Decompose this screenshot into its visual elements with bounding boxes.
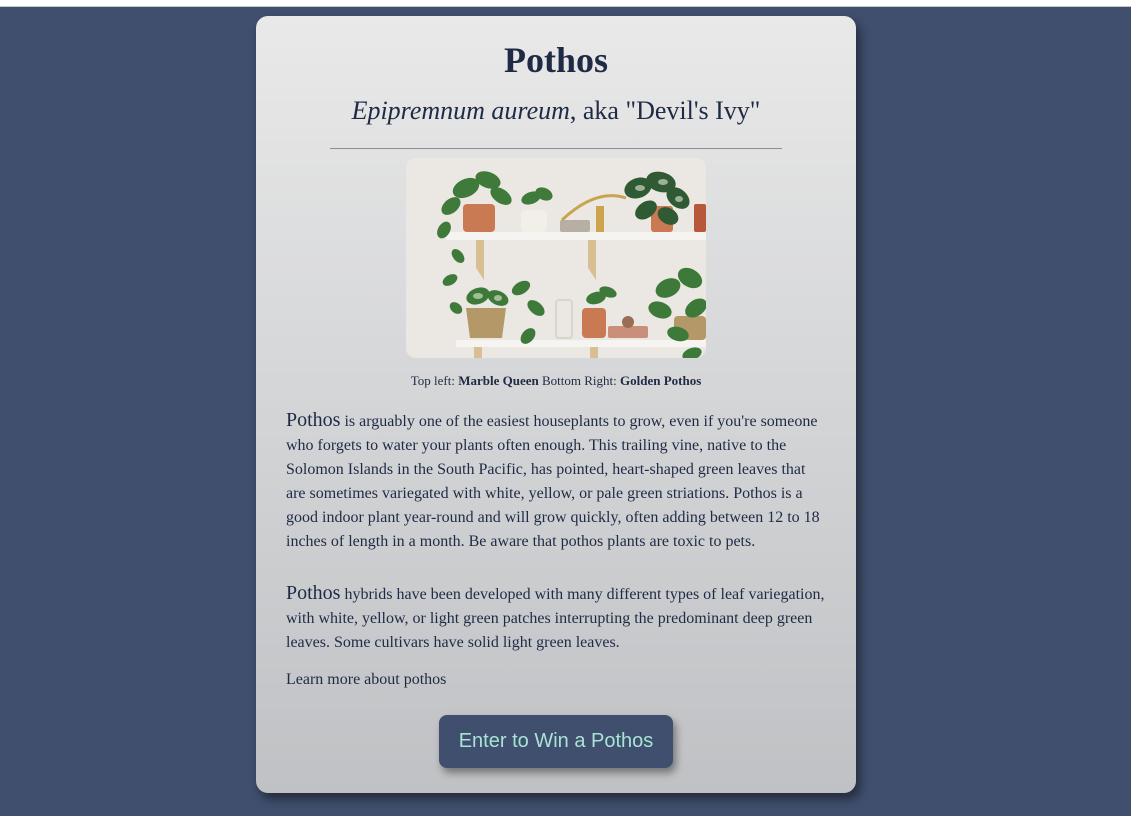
browser-top-bar xyxy=(0,0,1131,7)
learn-more-link[interactable]: Learn more about pothos xyxy=(286,669,446,691)
common-name: , aka "Devil's Ivy" xyxy=(569,96,761,125)
enter-to-win-button[interactable]: Enter to Win a Pothos xyxy=(439,715,673,768)
paragraph-text: is arguably one of the easiest houseplan… xyxy=(286,413,820,550)
plant-card: Pothos Epipremnum aureum, aka "Devil's I… xyxy=(256,16,856,793)
page-title: Pothos xyxy=(503,40,608,80)
caption-prefix-2: Bottom Right: xyxy=(538,373,620,388)
page-subtitle: Epipremnum aureum, aka "Devil's Ivy" xyxy=(256,95,856,127)
description-paragraph-2: Pothos hybrids have been developed with … xyxy=(286,581,826,655)
divider xyxy=(330,148,782,149)
paragraph-text: hybrids have been developed with many di… xyxy=(286,586,825,651)
species-name: Epipremnum aureum xyxy=(351,96,570,125)
paragraph-lead: Pothos xyxy=(286,582,341,604)
caption-prefix-1: Top left: xyxy=(410,373,459,388)
description-paragraph-1: Pothos is arguably one of the easiest ho… xyxy=(286,408,826,554)
caption-variety-2: Golden Pothos xyxy=(619,373,702,388)
plant-photo xyxy=(406,158,706,358)
photo-caption: Top left: Marble Queen Bottom Right: Gol… xyxy=(256,373,856,389)
paragraph-lead: Pothos xyxy=(286,409,341,431)
caption-variety-1: Marble Queen xyxy=(458,373,539,388)
